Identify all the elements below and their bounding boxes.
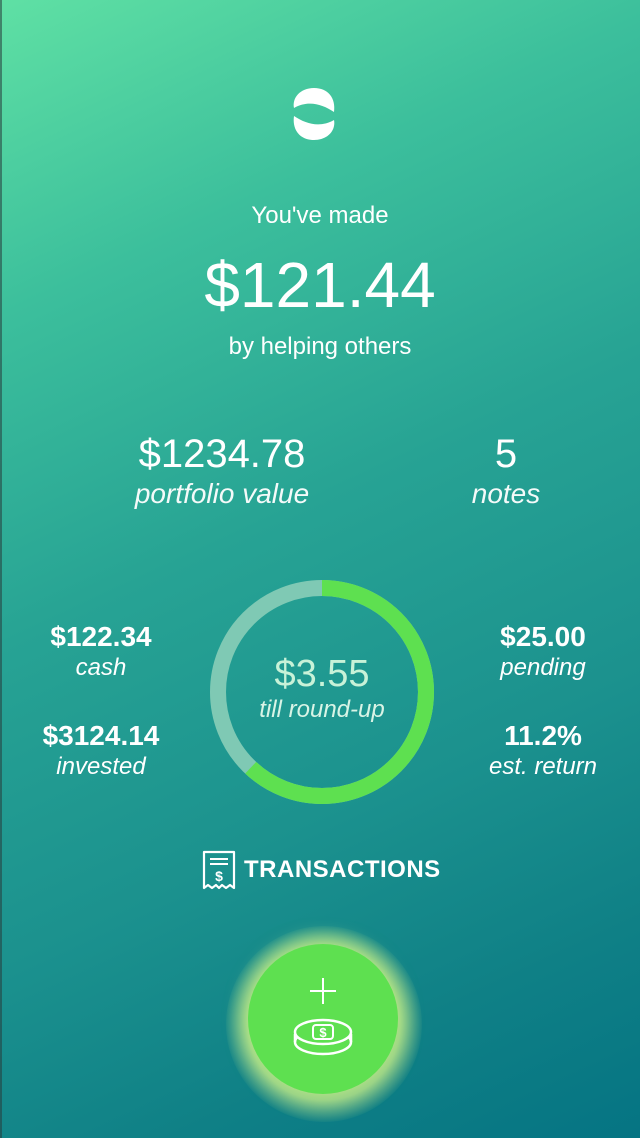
svg-text:$: $ <box>215 868 223 884</box>
pending-stat: $25.00 pending <box>463 621 623 683</box>
est-return-value: 11.2% <box>504 720 582 751</box>
est-return-label: est. return <box>488 753 598 780</box>
invested-label: invested <box>56 753 146 780</box>
add-money-button[interactable]: $ <box>248 944 398 1094</box>
portfolio-value-label: portfolio value <box>134 478 310 509</box>
notes-count: 5 <box>494 432 518 476</box>
earned-label: You've made <box>251 202 389 229</box>
est-return-stat: 11.2% est. return <box>463 720 623 782</box>
roundup-ring-text: $3.55 till round-up <box>206 576 438 808</box>
cash-value: $122.34 <box>50 621 152 652</box>
invested-stat: $3124.14 invested <box>21 720 181 782</box>
earned-subtitle: by helping others <box>228 333 412 360</box>
roundup-label: till round-up <box>259 696 385 723</box>
pending-label: pending <box>500 654 586 681</box>
earned-amount: $121.44 <box>204 249 436 321</box>
roundup-amount: $3.55 <box>274 653 370 695</box>
cash-stat: $122.34 cash <box>21 621 181 683</box>
notes-label: notes <box>471 478 541 509</box>
portfolio-value-stat: $1234.78 portfolio value <box>102 432 342 512</box>
svg-text:$: $ <box>319 1025 327 1040</box>
notes-stat: 5 notes <box>436 432 576 512</box>
cash-label: cash <box>75 654 127 681</box>
frame-edge <box>0 0 2 1138</box>
transactions-button[interactable]: $ TRANSACTIONS <box>200 848 441 892</box>
portfolio-value: $1234.78 <box>138 432 306 476</box>
transactions-label: TRANSACTIONS <box>244 856 441 883</box>
s-swirl-logo-icon <box>293 88 335 140</box>
pending-value: $25.00 <box>500 621 586 652</box>
add-coins-icon: $ <box>293 978 353 1056</box>
receipt-icon: $ <box>202 850 236 890</box>
invested-value: $3124.14 <box>42 720 160 751</box>
